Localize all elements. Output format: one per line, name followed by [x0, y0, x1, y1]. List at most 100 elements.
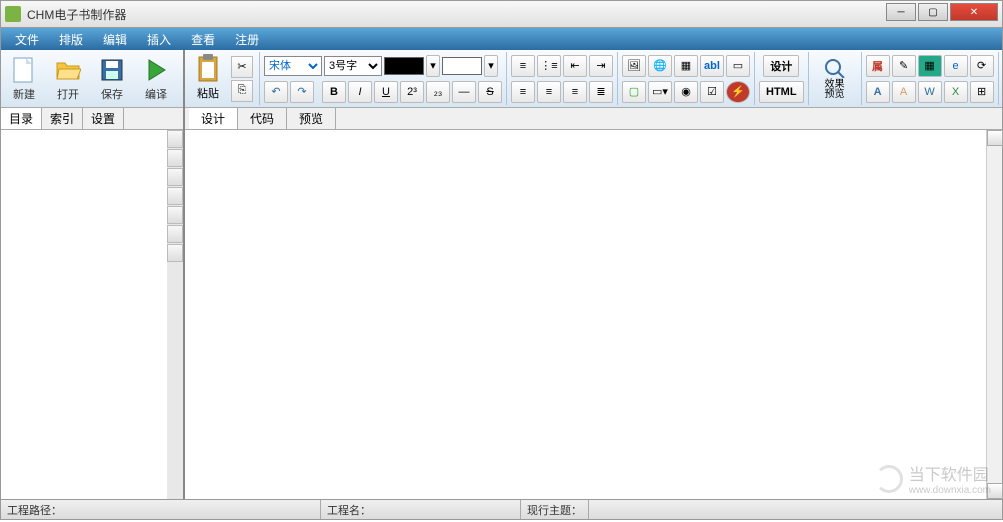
underline-button[interactable]: U	[374, 81, 398, 103]
status-name: 工程名：	[321, 500, 521, 519]
bg-dropdown[interactable]: ▾	[484, 55, 498, 77]
outdent-button[interactable]: ⇤	[563, 55, 587, 77]
html-button[interactable]: HTML	[759, 81, 804, 103]
editor-scrollbar[interactable]	[986, 130, 1002, 499]
insert-flash-button[interactable]: ⚡	[726, 81, 750, 103]
tools-group: 属 ✎ ▦ e ⟳ A A W X ⊞	[862, 52, 999, 105]
ie-button[interactable]: e	[944, 55, 968, 77]
insert-group: 🖼 🌐 ▦ abl ▭ ▢ ▭▾ ◉ ☑ ⚡	[618, 52, 755, 105]
minimize-button[interactable]: ─	[886, 3, 916, 21]
scroll-up-button[interactable]	[167, 130, 183, 148]
save-button[interactable]: 保存	[91, 53, 133, 105]
tree-area[interactable]	[1, 130, 183, 499]
foreground-color[interactable]	[384, 57, 424, 75]
insert-image-button[interactable]: 🖼	[622, 55, 646, 77]
outdent-icon: ⇤	[570, 59, 579, 72]
tab-index[interactable]: 索引	[42, 108, 83, 129]
excel-icon: X	[952, 86, 959, 98]
insert-button-button[interactable]: ▢	[622, 81, 646, 103]
status-theme: 现行主题：	[521, 500, 589, 519]
ie-icon: e	[952, 60, 958, 72]
tab-preview[interactable]: 预览	[287, 108, 336, 129]
insert-table-button[interactable]: ▦	[674, 55, 698, 77]
scroll-segment[interactable]	[167, 225, 183, 243]
design-toggle[interactable]: 设计	[763, 55, 799, 77]
hr-button[interactable]: —	[452, 81, 476, 103]
scroll-segment[interactable]	[167, 149, 183, 167]
align-justify-button[interactable]: ≣	[589, 81, 613, 103]
copy-button[interactable]: ⎘	[231, 80, 253, 102]
preview-button[interactable]: 效果预览	[813, 53, 857, 105]
align-left-icon: ≡	[520, 86, 526, 98]
maximize-button[interactable]: ▢	[918, 3, 948, 21]
watermark: 当下软件园 www.downxia.com	[875, 461, 991, 496]
align-left-button[interactable]: ≡	[511, 81, 535, 103]
font-a-button[interactable]: A	[866, 81, 890, 103]
insert-select-button[interactable]: ▭▾	[648, 81, 672, 103]
new-button[interactable]: 新建	[3, 53, 45, 105]
italic-button[interactable]: I	[348, 81, 372, 103]
align-right-button[interactable]: ≡	[563, 81, 587, 103]
align-justify-icon: ≣	[596, 85, 605, 98]
insert-textarea-button[interactable]: ▭	[726, 55, 750, 77]
menu-file[interactable]: 文件	[5, 29, 49, 50]
format-group: 宋体 3号字 ▾ ▾ ↶ ↷ B I U 2³ ₂₃ — S	[260, 52, 507, 105]
superscript-button[interactable]: 2³	[400, 81, 424, 103]
scroll-segment[interactable]	[167, 244, 183, 262]
scroll-segment[interactable]	[167, 168, 183, 186]
view-group: 设计 HTML	[755, 52, 809, 105]
menu-bar: 文件 排版 编辑 插入 查看 注册	[0, 28, 1003, 50]
paste-button[interactable]: 粘贴	[187, 53, 229, 105]
preview-group: 效果预览	[809, 52, 862, 105]
excel-button[interactable]: X	[944, 81, 968, 103]
scroll-segment[interactable]	[167, 206, 183, 224]
refresh-icon: ⟳	[977, 59, 986, 72]
subscript-button[interactable]: ₂₃	[426, 81, 450, 103]
menu-register[interactable]: 注册	[225, 29, 269, 50]
more-button[interactable]: ⊞	[970, 81, 994, 103]
right-panel: 粘贴 ✂ ⎘ 宋体 3号字 ▾ ▾ ↶ ↷ B	[185, 50, 1002, 499]
bold-button[interactable]: B	[322, 81, 346, 103]
insert-checkbox-button[interactable]: ☑	[700, 81, 724, 103]
font-a2-button[interactable]: A	[892, 81, 916, 103]
font-select[interactable]: 宋体	[264, 56, 322, 76]
numbered-list-button[interactable]: ≡	[511, 55, 535, 77]
word-button[interactable]: W	[918, 81, 942, 103]
tab-design[interactable]: 设计	[189, 108, 238, 129]
cut-button[interactable]: ✂	[231, 56, 253, 78]
close-button[interactable]: ✕	[950, 3, 998, 21]
align-center-button[interactable]: ≡	[537, 81, 561, 103]
editor-area[interactable]	[185, 130, 1002, 499]
properties-button[interactable]: 属	[866, 55, 890, 77]
background-color[interactable]	[442, 57, 482, 75]
scissors-icon: ✂	[237, 60, 246, 73]
refresh-button[interactable]: ⟳	[970, 55, 994, 77]
tab-code[interactable]: 代码	[238, 108, 287, 129]
size-select[interactable]: 3号字	[324, 56, 382, 76]
insert-link-button[interactable]: 🌐	[648, 55, 672, 77]
eyedropper-button[interactable]: ✎	[892, 55, 916, 77]
menu-layout[interactable]: 排版	[49, 29, 93, 50]
left-scrollbar[interactable]	[167, 130, 183, 499]
scroll-segment[interactable]	[167, 187, 183, 205]
menu-insert[interactable]: 插入	[137, 29, 181, 50]
play-icon	[142, 56, 170, 84]
redo-button[interactable]: ↷	[290, 81, 314, 103]
css-button[interactable]: ▦	[918, 55, 942, 77]
compile-button[interactable]: 编译	[135, 53, 177, 105]
radio-icon: ◉	[681, 85, 691, 98]
menu-view[interactable]: 查看	[181, 29, 225, 50]
insert-label-button[interactable]: abl	[700, 55, 724, 77]
undo-button[interactable]: ↶	[264, 81, 288, 103]
bullet-list-button[interactable]: ⋮≡	[537, 55, 561, 77]
dropdown-icon: ▭▾	[652, 85, 668, 98]
open-button[interactable]: 打开	[47, 53, 89, 105]
indent-button[interactable]: ⇥	[589, 55, 613, 77]
tab-settings[interactable]: 设置	[83, 108, 124, 129]
insert-radio-button[interactable]: ◉	[674, 81, 698, 103]
strike-button[interactable]: S	[478, 81, 502, 103]
checkbox-icon: ☑	[707, 85, 717, 98]
fg-dropdown[interactable]: ▾	[426, 55, 440, 77]
menu-edit[interactable]: 编辑	[93, 29, 137, 50]
tab-toc[interactable]: 目录	[1, 108, 42, 129]
